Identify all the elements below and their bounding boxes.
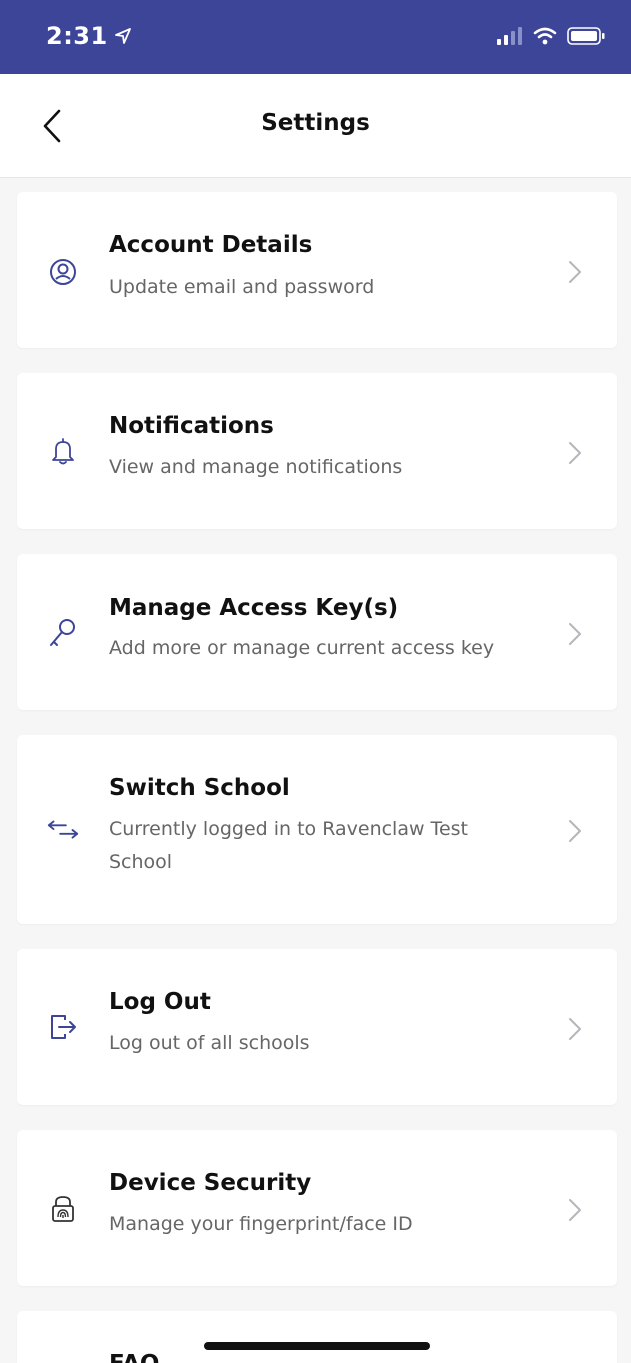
chevron-right-icon — [567, 1198, 583, 1222]
bell-icon — [45, 433, 81, 469]
settings-item-switch-school[interactable]: Switch School Currently logged in to Rav… — [17, 735, 617, 924]
settings-item-account-details[interactable]: Account Details Update email and passwor… — [17, 192, 617, 348]
settings-item-subtitle: Manage your fingerprint/face ID — [109, 1213, 413, 1235]
settings-item-title: Switch School — [109, 775, 290, 801]
settings-item-title: Device Security — [109, 1170, 312, 1196]
status-bar: 2:31 — [0, 0, 631, 74]
settings-item-title: FAQ — [109, 1349, 547, 1363]
settings-item-subtitle: Log out of all schools — [109, 1032, 310, 1054]
navigation-bar: Settings — [0, 74, 631, 178]
settings-item-log-out[interactable]: Log Out Log out of all schools — [17, 949, 617, 1105]
fingerprint-lock-icon — [45, 1191, 81, 1227]
settings-item-faq[interactable]: FAQ — [17, 1311, 617, 1363]
settings-item-notifications[interactable]: Notifications View and manage notificati… — [17, 373, 617, 529]
chevron-right-icon — [567, 260, 583, 284]
user-circle-icon — [45, 254, 81, 290]
settings-item-title: Manage Access Key(s) — [109, 595, 399, 621]
settings-item-subtitle: Add more or manage current access key — [109, 637, 495, 659]
chevron-right-icon — [567, 819, 583, 843]
logout-icon — [45, 1009, 81, 1045]
settings-item-title: Log Out — [109, 989, 211, 1015]
settings-item-subtitle: Currently logged in to Ravenclaw Test Sc… — [109, 818, 468, 873]
chevron-right-icon — [567, 622, 583, 646]
settings-item-device-security[interactable]: Device Security Manage your fingerprint/… — [17, 1130, 617, 1286]
battery-icon — [567, 27, 605, 45]
settings-item-title: Notifications — [109, 413, 274, 439]
wifi-icon — [533, 27, 557, 45]
key-icon — [45, 615, 81, 651]
switch-arrows-icon — [45, 812, 81, 848]
status-time-label: 2:31 — [46, 22, 108, 50]
page-title: Settings — [261, 110, 370, 136]
settings-item-subtitle: View and manage notifications — [109, 456, 403, 478]
location-arrow-icon — [114, 28, 131, 44]
settings-item-title: Account Details — [109, 232, 313, 258]
status-icons — [497, 27, 605, 45]
cellular-signal-icon — [497, 27, 522, 45]
status-time: 2:31 — [46, 22, 132, 50]
settings-item-manage-access-keys[interactable]: Manage Access Key(s) Add more or manage … — [17, 554, 617, 710]
chevron-right-icon — [567, 1017, 583, 1041]
chevron-right-icon — [567, 441, 583, 465]
settings-item-subtitle: Update email and password — [109, 276, 375, 298]
home-indicator[interactable] — [204, 1342, 430, 1350]
